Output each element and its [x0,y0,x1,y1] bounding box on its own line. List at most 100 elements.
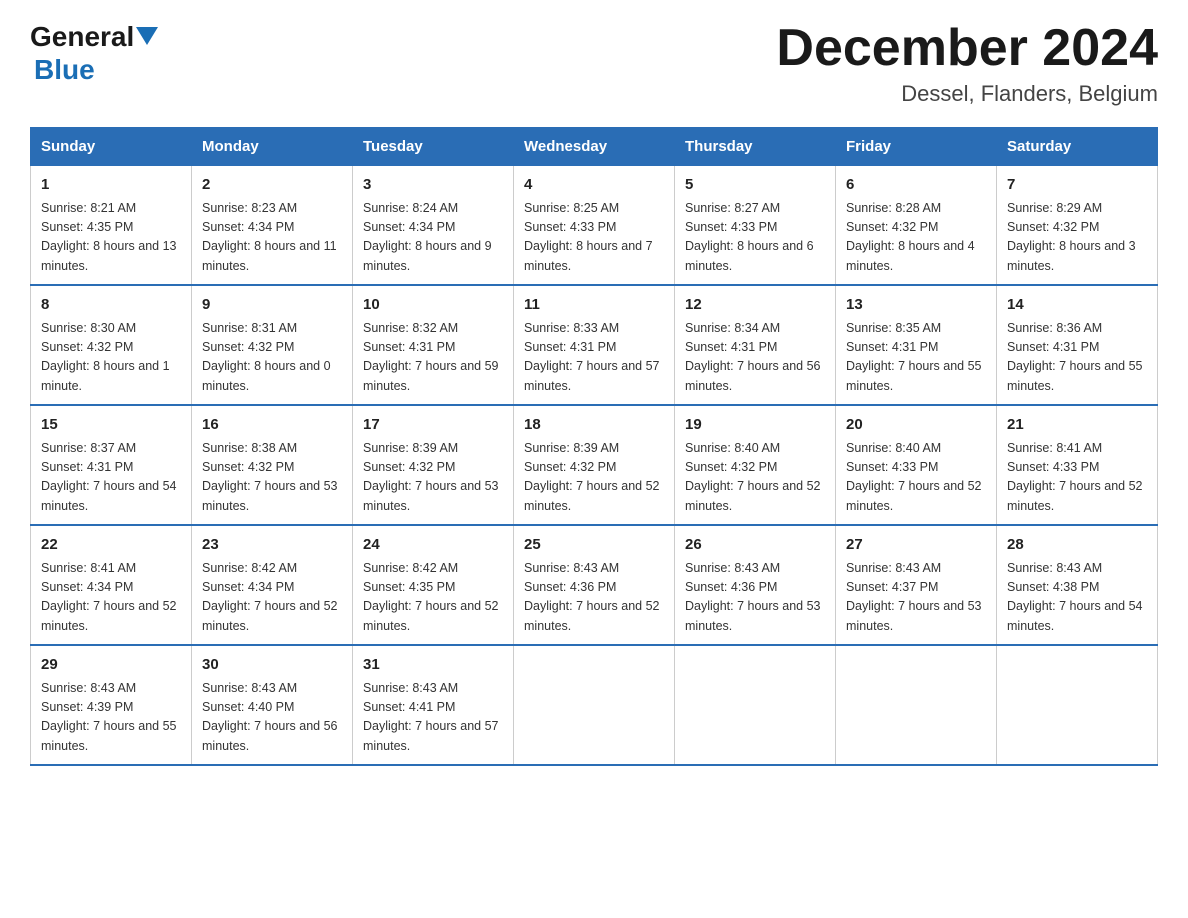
calendar-day-cell: 19 Sunrise: 8:40 AMSunset: 4:32 PMDaylig… [675,405,836,525]
day-number: 26 [685,534,825,557]
day-number: 22 [41,534,181,557]
calendar-week-row: 15 Sunrise: 8:37 AMSunset: 4:31 PMDaylig… [31,405,1158,525]
day-number: 21 [1007,414,1147,437]
day-info: Sunrise: 8:43 AMSunset: 4:39 PMDaylight:… [41,679,181,757]
calendar-day-cell: 15 Sunrise: 8:37 AMSunset: 4:31 PMDaylig… [31,405,192,525]
calendar-day-cell: 9 Sunrise: 8:31 AMSunset: 4:32 PMDayligh… [192,285,353,405]
day-info: Sunrise: 8:40 AMSunset: 4:32 PMDaylight:… [685,439,825,517]
calendar-header-row: SundayMondayTuesdayWednesdayThursdayFrid… [31,128,1158,166]
day-info: Sunrise: 8:41 AMSunset: 4:34 PMDaylight:… [41,559,181,637]
day-info: Sunrise: 8:35 AMSunset: 4:31 PMDaylight:… [846,319,986,397]
day-number: 29 [41,654,181,677]
day-number: 14 [1007,294,1147,317]
calendar-day-cell: 16 Sunrise: 8:38 AMSunset: 4:32 PMDaylig… [192,405,353,525]
day-number: 27 [846,534,986,557]
day-number: 10 [363,294,503,317]
day-info: Sunrise: 8:32 AMSunset: 4:31 PMDaylight:… [363,319,503,397]
day-of-week-header: Sunday [31,128,192,166]
day-info: Sunrise: 8:43 AMSunset: 4:40 PMDaylight:… [202,679,342,757]
day-number: 24 [363,534,503,557]
day-info: Sunrise: 8:37 AMSunset: 4:31 PMDaylight:… [41,439,181,517]
day-number: 5 [685,174,825,197]
day-number: 15 [41,414,181,437]
calendar-day-cell: 28 Sunrise: 8:43 AMSunset: 4:38 PMDaylig… [997,525,1158,645]
day-info: Sunrise: 8:30 AMSunset: 4:32 PMDaylight:… [41,319,181,397]
day-info: Sunrise: 8:39 AMSunset: 4:32 PMDaylight:… [524,439,664,517]
calendar-day-cell: 23 Sunrise: 8:42 AMSunset: 4:34 PMDaylig… [192,525,353,645]
calendar-day-cell: 21 Sunrise: 8:41 AMSunset: 4:33 PMDaylig… [997,405,1158,525]
day-number: 13 [846,294,986,317]
day-info: Sunrise: 8:40 AMSunset: 4:33 PMDaylight:… [846,439,986,517]
logo: General Blue [30,20,158,86]
day-number: 7 [1007,174,1147,197]
calendar-day-cell: 12 Sunrise: 8:34 AMSunset: 4:31 PMDaylig… [675,285,836,405]
month-title: December 2024 [776,20,1158,77]
day-of-week-header: Monday [192,128,353,166]
day-info: Sunrise: 8:31 AMSunset: 4:32 PMDaylight:… [202,319,342,397]
calendar-week-row: 22 Sunrise: 8:41 AMSunset: 4:34 PMDaylig… [31,525,1158,645]
day-info: Sunrise: 8:38 AMSunset: 4:32 PMDaylight:… [202,439,342,517]
day-info: Sunrise: 8:21 AMSunset: 4:35 PMDaylight:… [41,199,181,277]
day-number: 9 [202,294,342,317]
page-header: General Blue December 2024 Dessel, Fland… [30,20,1158,107]
title-section: December 2024 Dessel, Flanders, Belgium [776,20,1158,107]
logo-general-text: General [30,21,134,53]
day-info: Sunrise: 8:43 AMSunset: 4:36 PMDaylight:… [685,559,825,637]
logo-triangle-icon [136,27,158,45]
calendar-day-cell: 27 Sunrise: 8:43 AMSunset: 4:37 PMDaylig… [836,525,997,645]
day-number: 18 [524,414,664,437]
day-info: Sunrise: 8:43 AMSunset: 4:38 PMDaylight:… [1007,559,1147,637]
day-info: Sunrise: 8:42 AMSunset: 4:35 PMDaylight:… [363,559,503,637]
day-info: Sunrise: 8:43 AMSunset: 4:41 PMDaylight:… [363,679,503,757]
day-of-week-header: Saturday [997,128,1158,166]
calendar-day-cell: 24 Sunrise: 8:42 AMSunset: 4:35 PMDaylig… [353,525,514,645]
day-number: 23 [202,534,342,557]
day-number: 16 [202,414,342,437]
day-number: 12 [685,294,825,317]
day-number: 25 [524,534,664,557]
calendar-day-cell: 18 Sunrise: 8:39 AMSunset: 4:32 PMDaylig… [514,405,675,525]
day-info: Sunrise: 8:41 AMSunset: 4:33 PMDaylight:… [1007,439,1147,517]
calendar-day-cell: 3 Sunrise: 8:24 AMSunset: 4:34 PMDayligh… [353,166,514,286]
day-number: 28 [1007,534,1147,557]
calendar-table: SundayMondayTuesdayWednesdayThursdayFrid… [30,127,1158,766]
day-number: 4 [524,174,664,197]
calendar-day-cell: 2 Sunrise: 8:23 AMSunset: 4:34 PMDayligh… [192,166,353,286]
day-number: 17 [363,414,503,437]
day-number: 31 [363,654,503,677]
calendar-day-cell: 29 Sunrise: 8:43 AMSunset: 4:39 PMDaylig… [31,645,192,765]
calendar-day-cell: 13 Sunrise: 8:35 AMSunset: 4:31 PMDaylig… [836,285,997,405]
calendar-day-cell: 6 Sunrise: 8:28 AMSunset: 4:32 PMDayligh… [836,166,997,286]
day-info: Sunrise: 8:25 AMSunset: 4:33 PMDaylight:… [524,199,664,277]
calendar-day-cell: 17 Sunrise: 8:39 AMSunset: 4:32 PMDaylig… [353,405,514,525]
day-info: Sunrise: 8:28 AMSunset: 4:32 PMDaylight:… [846,199,986,277]
calendar-day-cell: 1 Sunrise: 8:21 AMSunset: 4:35 PMDayligh… [31,166,192,286]
day-number: 19 [685,414,825,437]
calendar-day-cell: 10 Sunrise: 8:32 AMSunset: 4:31 PMDaylig… [353,285,514,405]
day-number: 11 [524,294,664,317]
calendar-day-cell: 25 Sunrise: 8:43 AMSunset: 4:36 PMDaylig… [514,525,675,645]
calendar-day-cell [836,645,997,765]
day-of-week-header: Friday [836,128,997,166]
day-of-week-header: Wednesday [514,128,675,166]
day-info: Sunrise: 8:36 AMSunset: 4:31 PMDaylight:… [1007,319,1147,397]
day-info: Sunrise: 8:39 AMSunset: 4:32 PMDaylight:… [363,439,503,517]
location-text: Dessel, Flanders, Belgium [776,81,1158,107]
day-info: Sunrise: 8:43 AMSunset: 4:37 PMDaylight:… [846,559,986,637]
calendar-day-cell: 22 Sunrise: 8:41 AMSunset: 4:34 PMDaylig… [31,525,192,645]
calendar-day-cell: 14 Sunrise: 8:36 AMSunset: 4:31 PMDaylig… [997,285,1158,405]
calendar-week-row: 29 Sunrise: 8:43 AMSunset: 4:39 PMDaylig… [31,645,1158,765]
calendar-day-cell: 5 Sunrise: 8:27 AMSunset: 4:33 PMDayligh… [675,166,836,286]
day-info: Sunrise: 8:43 AMSunset: 4:36 PMDaylight:… [524,559,664,637]
day-info: Sunrise: 8:24 AMSunset: 4:34 PMDaylight:… [363,199,503,277]
day-of-week-header: Tuesday [353,128,514,166]
calendar-day-cell: 11 Sunrise: 8:33 AMSunset: 4:31 PMDaylig… [514,285,675,405]
calendar-week-row: 1 Sunrise: 8:21 AMSunset: 4:35 PMDayligh… [31,166,1158,286]
calendar-day-cell: 26 Sunrise: 8:43 AMSunset: 4:36 PMDaylig… [675,525,836,645]
day-info: Sunrise: 8:42 AMSunset: 4:34 PMDaylight:… [202,559,342,637]
calendar-day-cell: 30 Sunrise: 8:43 AMSunset: 4:40 PMDaylig… [192,645,353,765]
day-number: 8 [41,294,181,317]
day-of-week-header: Thursday [675,128,836,166]
day-number: 2 [202,174,342,197]
day-number: 30 [202,654,342,677]
